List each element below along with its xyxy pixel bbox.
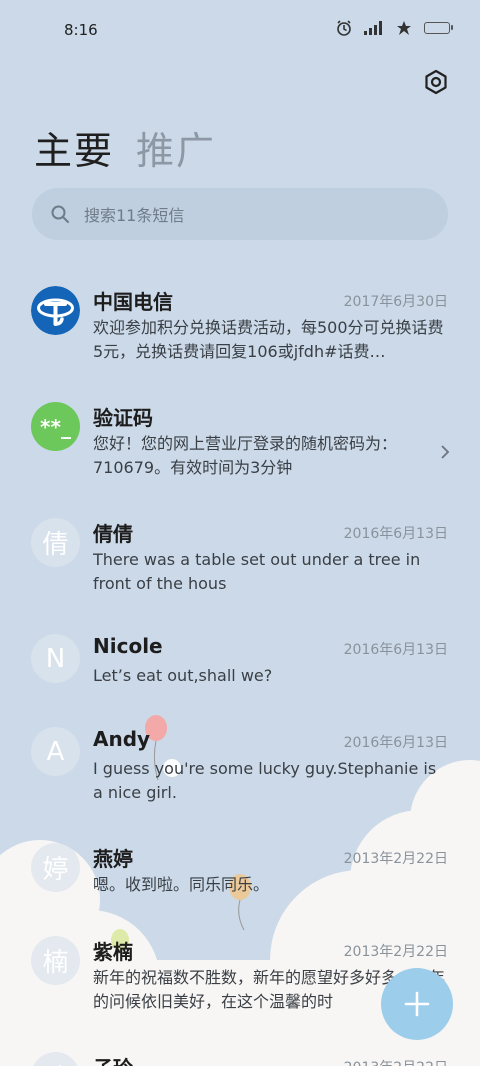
message-date: 2016年6月13日 [343, 526, 448, 542]
avatar: 楠 [31, 936, 80, 985]
message-preview: 嗯。收到啦。同乐同乐。 [93, 875, 270, 894]
contact-name: Andy [93, 727, 151, 751]
alarm-icon [336, 20, 352, 36]
tab-main[interactable]: 主要 [34, 120, 114, 175]
contact-name: 紫楠 [93, 940, 133, 964]
avatar: N [31, 634, 80, 683]
status-bar: 8:16 [0, 0, 480, 62]
message-date: 2013年2月22日 [343, 944, 448, 960]
message-item[interactable]: 中国电信 2017年6月30日 欢迎参加积分兑换话费活动，每500分可兑换话费5… [0, 270, 480, 370]
contact-name: Nicole [93, 634, 163, 658]
message-item[interactable]: 玲 子玲 2013年2月22日 [0, 1036, 480, 1066]
message-preview: 欢迎参加积分兑换话费活动，每500分可兑换话费5元，兑换话费请回复106或jfd… [93, 318, 444, 361]
contact-name: 中国电信 [93, 290, 173, 314]
china-telecom-logo [31, 286, 80, 335]
message-preview: Let’s eat out,shall we? [93, 666, 273, 685]
avatar: 倩 [31, 518, 80, 567]
message-preview: I guess you're some lucky guy.Stephanie … [93, 759, 437, 802]
signal-icon [364, 21, 384, 35]
avatar: A [31, 727, 80, 776]
message-item[interactable]: **_ 验证码 您好！您的网上营业厅登录的随机密码为：710679。有效时间为3… [0, 386, 480, 486]
avatar: 玲 [31, 1052, 80, 1066]
message-date: 2016年6月13日 [343, 735, 448, 751]
plus-icon [404, 991, 430, 1017]
status-icons [336, 20, 453, 36]
message-date: 2017年6月30日 [343, 294, 448, 310]
contact-name: 燕婷 [93, 847, 133, 871]
contact-name: 验证码 [93, 406, 153, 430]
message-date: 2013年2月22日 [343, 851, 448, 867]
avatar [31, 286, 80, 335]
message-item[interactable]: 倩 倩倩 2016年6月13日 There was a table set ou… [0, 502, 480, 602]
contact-name: 子玲 [93, 1052, 133, 1066]
message-preview: There was a table set out under a tree i… [93, 550, 421, 593]
message-item[interactable]: A Andy 2016年6月13日 I guess you're some lu… [0, 711, 480, 811]
avatar: **_ [31, 402, 80, 451]
gear-icon [425, 69, 447, 95]
message-item[interactable]: N Nicole 2016年6月13日 Let’s eat out,shall … [0, 618, 480, 718]
search-placeholder: 搜索11条短信 [84, 206, 185, 225]
leaf-icon [396, 20, 412, 36]
new-message-button[interactable] [381, 968, 453, 1040]
battery-icon [424, 22, 453, 34]
chevron-right-icon [441, 445, 450, 459]
avatar: 婷 [31, 843, 80, 892]
settings-button[interactable] [420, 66, 452, 98]
search-icon [51, 205, 69, 223]
message-date: 2016年6月13日 [343, 642, 448, 658]
tab-promotions[interactable]: 推广 [136, 120, 216, 175]
message-preview: 您好！您的网上营业厅登录的随机密码为：710679。有效时间为3分钟 [93, 434, 398, 477]
message-item[interactable]: 婷 燕婷 2013年2月22日 嗯。收到啦。同乐同乐。 [0, 827, 480, 927]
search-input[interactable]: 搜索11条短信 [32, 188, 448, 240]
status-time: 8:16 [64, 21, 98, 39]
message-date: 2013年2月22日 [344, 1057, 448, 1066]
contact-name: 倩倩 [93, 522, 133, 546]
tab-bar: 主要 推广 [34, 120, 216, 175]
